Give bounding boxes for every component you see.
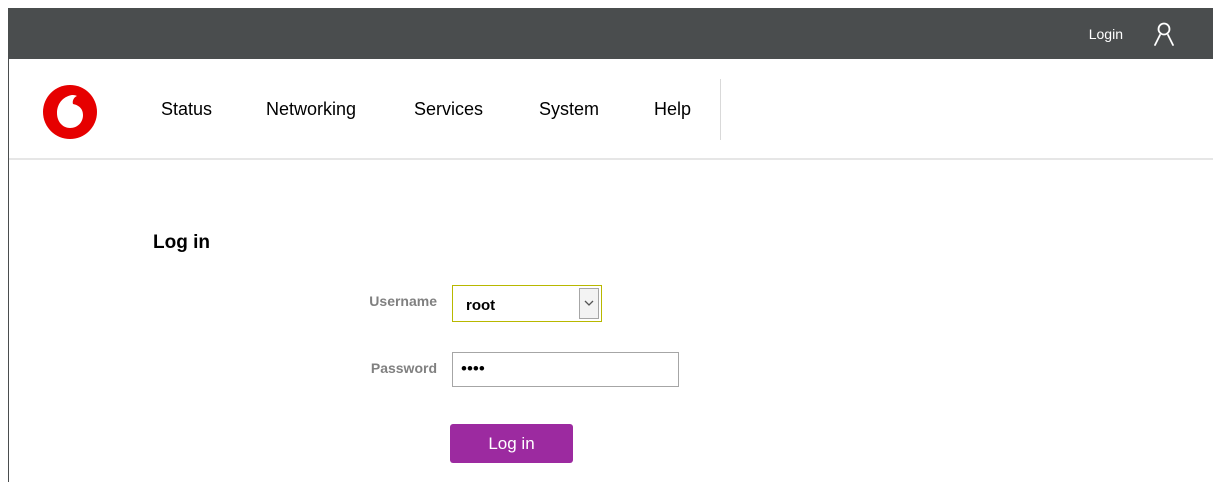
vodafone-logo-icon[interactable] xyxy=(43,85,97,139)
password-value: •••• xyxy=(461,359,485,378)
main-navigation: Status Networking Services System Help xyxy=(9,59,1213,160)
nav-services[interactable]: Services xyxy=(414,99,483,120)
nav-status[interactable]: Status xyxy=(161,99,212,120)
nav-divider xyxy=(720,79,721,140)
router-page: Login Status Networking Services System … xyxy=(8,8,1213,482)
user-icon[interactable] xyxy=(1153,22,1175,46)
username-select[interactable]: root xyxy=(452,285,602,322)
nav-help[interactable]: Help xyxy=(654,99,691,120)
top-bar: Login xyxy=(9,8,1213,59)
nav-networking[interactable]: Networking xyxy=(266,99,356,120)
password-field[interactable]: •••• xyxy=(452,352,679,387)
topbar-login-link[interactable]: Login xyxy=(1089,26,1123,42)
login-button[interactable]: Log in xyxy=(450,424,573,463)
chevron-down-icon[interactable] xyxy=(579,288,599,319)
login-title: Log in xyxy=(153,232,210,253)
username-label: Username xyxy=(369,293,437,309)
username-value: root xyxy=(466,297,496,314)
nav-system[interactable]: System xyxy=(539,99,599,120)
password-label: Password xyxy=(370,360,437,376)
